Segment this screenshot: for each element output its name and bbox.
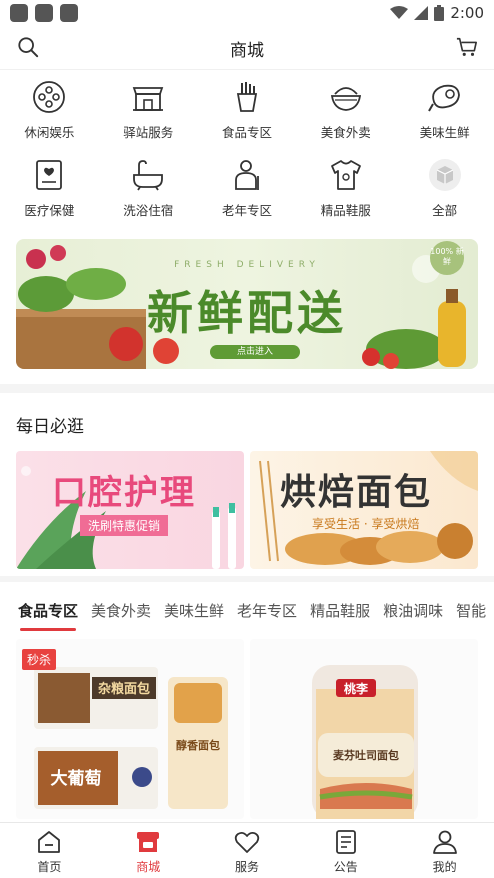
nav-shop[interactable]: 商城	[99, 823, 198, 878]
section-divider	[0, 384, 494, 393]
section-divider	[0, 576, 494, 582]
category-elderly[interactable]: 老年专区	[198, 156, 297, 222]
category-all[interactable]: 全部	[395, 156, 494, 222]
category-label: 食品专区	[221, 125, 272, 140]
header: 商城	[0, 26, 494, 70]
tab-grain-oil[interactable]: 粮油调味	[383, 590, 443, 634]
category-label: 驿站服务	[123, 125, 174, 140]
cube-icon	[428, 159, 461, 191]
product-text: 桃李	[344, 681, 369, 696]
banner-cta-button[interactable]: 点击进入	[210, 345, 300, 359]
category-label: 美味生鲜	[419, 125, 470, 140]
elderly-icon	[235, 160, 259, 190]
category-label: 全部	[432, 203, 458, 218]
category-leisure[interactable]: 休闲娱乐	[0, 78, 99, 144]
nav-label: 服务	[234, 860, 259, 874]
flash-sale-badge: 秒杀	[22, 649, 57, 670]
promo-title: 口腔护理	[52, 473, 196, 513]
status-time: 2:00	[450, 4, 484, 22]
notice-icon	[335, 830, 356, 854]
category-fresh[interactable]: 美味生鲜	[395, 78, 494, 144]
category-apparel[interactable]: 精品鞋服	[296, 156, 395, 222]
category-medical[interactable]: 医疗保健	[0, 156, 99, 222]
product-card[interactable]: 桃李 麦芬吐司面包	[250, 639, 478, 819]
promo-title: 烘焙面包	[280, 472, 433, 513]
category-grid: 休闲娱乐 驿站服务 食品专区 美食外卖 美味生鲜 医疗保健 洗浴住宿 老年专区 …	[0, 78, 494, 222]
category-label: 美食外卖	[320, 125, 371, 140]
promo-subtitle: 洗刷特惠促销	[80, 515, 169, 536]
home-icon	[38, 831, 61, 853]
shop-icon	[137, 832, 160, 852]
cart-icon[interactable]	[456, 36, 478, 58]
nav-label: 首页	[37, 860, 62, 874]
tab-fresh[interactable]: 美味生鲜	[164, 590, 224, 634]
notification-icon	[35, 4, 53, 22]
section-title-daily: 每日必逛	[16, 417, 84, 437]
notification-icon	[60, 4, 78, 22]
nav-profile[interactable]: 我的	[395, 823, 494, 878]
nav-label: 我的	[432, 860, 457, 874]
heart-icon	[234, 831, 260, 853]
tab-smart[interactable]: 智能	[456, 590, 486, 634]
notification-icon	[10, 4, 28, 22]
category-label: 精品鞋服	[320, 203, 371, 218]
category-label: 洗浴住宿	[123, 203, 174, 218]
wifi-icon	[390, 6, 409, 19]
film-reel-icon	[33, 81, 66, 113]
rice-bowl-icon	[330, 87, 361, 111]
banner-subtitle: FRESH DELIVERY	[174, 260, 320, 270]
category-label: 休闲娱乐	[24, 125, 75, 140]
category-station-service[interactable]: 驿站服务	[99, 78, 198, 144]
battery-icon	[434, 5, 445, 21]
status-notification-icons	[10, 4, 78, 22]
fresh-badge: 100% 新鲜	[430, 241, 464, 275]
user-icon	[432, 830, 457, 854]
fresh-delivery-banner[interactable]: FRESH DELIVERY 新鲜配送 点击进入 100% 新鲜	[16, 239, 478, 369]
page-title: 商城	[230, 41, 264, 61]
category-label: 老年专区	[221, 203, 272, 218]
nav-label: 公告	[333, 860, 358, 874]
tab-takeout[interactable]: 美食外卖	[91, 590, 151, 634]
bottom-nav: 首页 商城 服务 公告 我的	[0, 822, 494, 878]
banner-title: 新鲜配送	[147, 286, 347, 340]
category-label: 医疗保健	[24, 203, 75, 218]
category-food[interactable]: 食品专区	[198, 78, 297, 144]
category-tabs: 食品专区 美食外卖 美味生鲜 老年专区 精品鞋服 粮油调味 智能	[0, 590, 494, 634]
promo-subtitle: 享受生活 · 享受烘焙	[312, 517, 420, 531]
storefront-icon	[132, 87, 164, 111]
meat-icon	[427, 84, 460, 112]
category-takeout[interactable]: 美食外卖	[296, 78, 395, 144]
product-text: 醇香面包	[176, 738, 220, 752]
product-text: 大葡萄	[51, 768, 102, 789]
status-bar: 2:00	[0, 0, 494, 26]
tab-food[interactable]: 食品专区	[18, 590, 78, 634]
nav-label: 商城	[136, 860, 161, 874]
product-card[interactable]: 杂粮面包 大葡萄 醇香面包 秒杀	[16, 639, 244, 819]
category-bath-lodging[interactable]: 洗浴住宿	[99, 156, 198, 222]
tab-apparel[interactable]: 精品鞋服	[310, 590, 370, 634]
nav-service[interactable]: 服务	[198, 823, 297, 878]
nav-home[interactable]: 首页	[0, 823, 99, 878]
medical-card-icon	[36, 160, 63, 190]
fries-icon	[236, 82, 258, 112]
product-image: 桃李 麦芬吐司面包	[312, 665, 418, 819]
tab-elderly[interactable]: 老年专区	[237, 590, 297, 634]
bathtub-icon	[133, 160, 164, 191]
nav-notice[interactable]: 公告	[296, 823, 395, 878]
tshirt-icon	[330, 160, 361, 190]
product-text: 麦芬吐司面包	[333, 748, 399, 762]
signal-icon	[414, 6, 429, 20]
status-indicators: 2:00	[390, 4, 484, 22]
promo-bakery[interactable]: 烘焙面包 享受生活 · 享受烘焙	[250, 451, 478, 569]
product-text: 杂粮面包	[98, 681, 150, 697]
promo-oral-care[interactable]: 口腔护理 洗刷特惠促销	[16, 451, 244, 569]
